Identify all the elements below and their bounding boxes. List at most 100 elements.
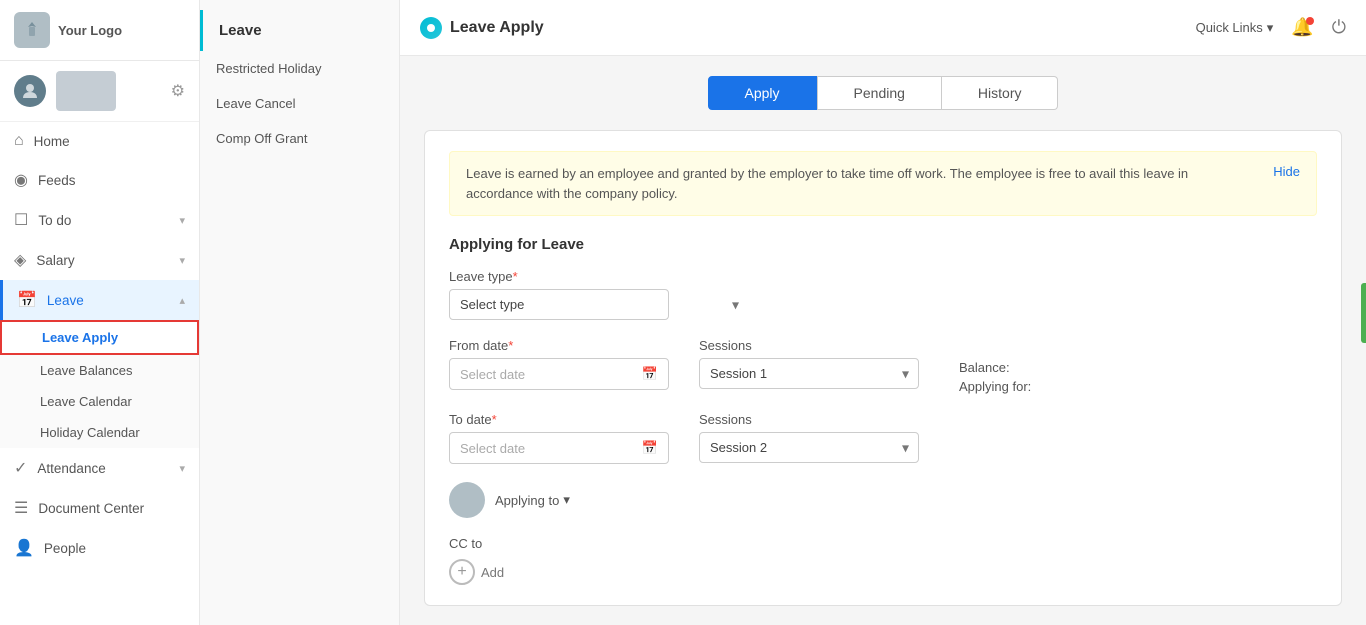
nav-label-attendance: Attendance <box>37 461 105 476</box>
from-date-group: From date* Select date 📅 <box>449 338 669 390</box>
main-content: Leave Apply Quick Links ▾ 🔔 ⏻ Apply Pend… <box>400 0 1366 625</box>
secondary-sidebar-title: Leave <box>200 10 399 51</box>
balance-label: Balance: <box>959 360 1031 375</box>
logo-icon <box>14 12 50 48</box>
applying-to-button[interactable]: Applying to ▾ <box>495 492 570 508</box>
chevron-down-icon: ▾ <box>563 492 570 508</box>
page-title: Leave Apply <box>450 19 544 37</box>
applying-to-avatar <box>449 482 485 518</box>
required-star: * <box>492 412 497 427</box>
quick-links-label: Quick Links <box>1196 20 1263 35</box>
leave-apply-label: Leave Apply <box>42 330 118 345</box>
nav-label-people: People <box>44 541 86 556</box>
nav-label-document: Document Center <box>38 501 144 516</box>
holiday-calendar-label: Holiday Calendar <box>40 425 140 440</box>
leave-type-select[interactable]: Select type <box>449 289 669 320</box>
sidebar-nav: ⌂ Home ◉ Feeds ☐ To do ▾ ◈ Salary ▾ 📅 Le… <box>0 122 199 625</box>
leave-type-group: Leave type* Select type ▾ <box>449 269 749 320</box>
session1-select[interactable]: Session 1 Session 2 <box>699 358 919 389</box>
leave-type-label: Leave type* <box>449 269 749 284</box>
from-date-input[interactable]: Select date 📅 <box>449 358 669 390</box>
sidebar-logo: Your Logo <box>0 0 199 61</box>
gear-icon[interactable]: ⚙ <box>171 81 185 101</box>
calendar-icon: 📅 <box>642 366 658 382</box>
profile-image <box>56 71 116 111</box>
avatar <box>14 75 46 107</box>
chevron-down-icon: ▾ <box>179 254 185 267</box>
home-icon: ⌂ <box>14 132 24 150</box>
sidebar-item-leave-balances[interactable]: Leave Balances <box>0 355 199 386</box>
secondary-sidebar-item-comp-off-grant[interactable]: Comp Off Grant <box>200 121 399 156</box>
leave-type-select-wrap: Select type ▾ <box>449 289 749 320</box>
topbar-right: Quick Links ▾ 🔔 ⏻ <box>1196 17 1346 38</box>
session2-group: Sessions Session 1 Session 2 ▾ <box>699 412 919 463</box>
leave-icon: 📅 <box>17 290 37 310</box>
session1-label: Sessions <box>699 338 919 353</box>
logo-text: Your Logo <box>58 23 122 38</box>
add-cc-button[interactable]: + Add <box>449 559 1317 585</box>
sidebar-item-attendance[interactable]: ✓ Attendance ▾ <box>0 448 199 488</box>
title-dot-icon <box>420 17 442 39</box>
hide-button[interactable]: Hide <box>1261 164 1300 179</box>
topbar: Leave Apply Quick Links ▾ 🔔 ⏻ <box>400 0 1366 56</box>
nav-label-todo: To do <box>38 213 71 228</box>
document-icon: ☰ <box>14 498 28 518</box>
nav-label-feeds: Feeds <box>38 173 76 188</box>
applying-for-label: Applying for: <box>959 379 1031 394</box>
from-date-row: From date* Select date 📅 Sessions Sessio… <box>449 338 1317 394</box>
secondary-sidebar-item-leave-cancel[interactable]: Leave Cancel <box>200 86 399 121</box>
session2-select-wrap: Session 1 Session 2 ▾ <box>699 432 919 463</box>
to-date-input[interactable]: Select date 📅 <box>449 432 669 464</box>
people-icon: 👤 <box>14 538 34 558</box>
session1-group: Sessions Session 1 Session 2 ▾ <box>699 338 919 389</box>
nav-label-home: Home <box>34 134 70 149</box>
chevron-down-icon: ▾ <box>179 462 185 475</box>
from-date-label-text: From date <box>449 338 508 353</box>
cc-to-row: CC to + Add <box>449 536 1317 585</box>
quick-links-button[interactable]: Quick Links ▾ <box>1196 20 1274 36</box>
sidebar-item-document-center[interactable]: ☰ Document Center <box>0 488 199 528</box>
leave-balances-label: Leave Balances <box>40 363 133 378</box>
nav-label-leave: Leave <box>47 293 84 308</box>
tab-pending[interactable]: Pending <box>817 76 942 110</box>
chevron-down-icon: ▾ <box>179 214 185 227</box>
sidebar-item-feeds[interactable]: ◉ Feeds <box>0 160 199 200</box>
content-area: Apply Pending History Leave is earned by… <box>400 56 1366 625</box>
sidebar: Your Logo ⚙ ⌂ Home ◉ Feeds ☐ To do ▾ ◈ S… <box>0 0 200 625</box>
sidebar-item-leave[interactable]: 📅 Leave ▴ <box>0 280 199 320</box>
sidebar-item-holiday-calendar[interactable]: Holiday Calendar <box>0 417 199 448</box>
leave-submenu: Leave Apply Leave Balances Leave Calenda… <box>0 320 199 448</box>
tab-history[interactable]: History <box>942 76 1059 110</box>
secondary-sidebar-item-restricted-holiday[interactable]: Restricted Holiday <box>200 51 399 86</box>
sidebar-item-people[interactable]: 👤 People <box>0 528 199 568</box>
sidebar-item-todo[interactable]: ☐ To do ▾ <box>0 200 199 240</box>
chevron-down-icon: ▾ <box>1267 20 1274 36</box>
tab-apply[interactable]: Apply <box>708 76 817 110</box>
session1-select-wrap: Session 1 Session 2 ▾ <box>699 358 919 389</box>
sidebar-item-leave-calendar[interactable]: Leave Calendar <box>0 386 199 417</box>
nav-label-salary: Salary <box>36 253 74 268</box>
applying-to-row: Applying to ▾ <box>449 482 1317 518</box>
power-icon[interactable]: ⏻ <box>1332 17 1346 38</box>
session2-select[interactable]: Session 1 Session 2 <box>699 432 919 463</box>
add-label: Add <box>481 565 504 580</box>
page-title-area: Leave Apply <box>420 17 544 39</box>
form-section-title: Applying for Leave <box>449 236 1317 253</box>
to-date-group: To date* Select date 📅 <box>449 412 669 464</box>
sidebar-item-salary[interactable]: ◈ Salary ▾ <box>0 240 199 280</box>
calendar-icon: 📅 <box>642 440 658 456</box>
attendance-icon: ✓ <box>14 458 27 478</box>
applying-to-label-text: Applying to <box>495 493 559 508</box>
to-date-placeholder: Select date <box>460 441 525 456</box>
todo-icon: ☐ <box>14 210 28 230</box>
chevron-down-icon: ▾ <box>732 296 739 313</box>
sidebar-item-home[interactable]: ⌂ Home <box>0 122 199 160</box>
sidebar-item-leave-apply[interactable]: Leave Apply <box>0 320 199 355</box>
cc-to-label: CC to <box>449 536 1317 551</box>
secondary-sidebar: Leave Restricted Holiday Leave Cancel Co… <box>200 0 400 625</box>
info-banner: Leave is earned by an employee and grant… <box>449 151 1317 216</box>
leave-type-label-text: Leave type <box>449 269 513 284</box>
notification-bell-icon[interactable]: 🔔 <box>1291 17 1313 38</box>
salary-icon: ◈ <box>14 250 26 270</box>
balance-info: Balance: Applying for: <box>959 338 1031 394</box>
